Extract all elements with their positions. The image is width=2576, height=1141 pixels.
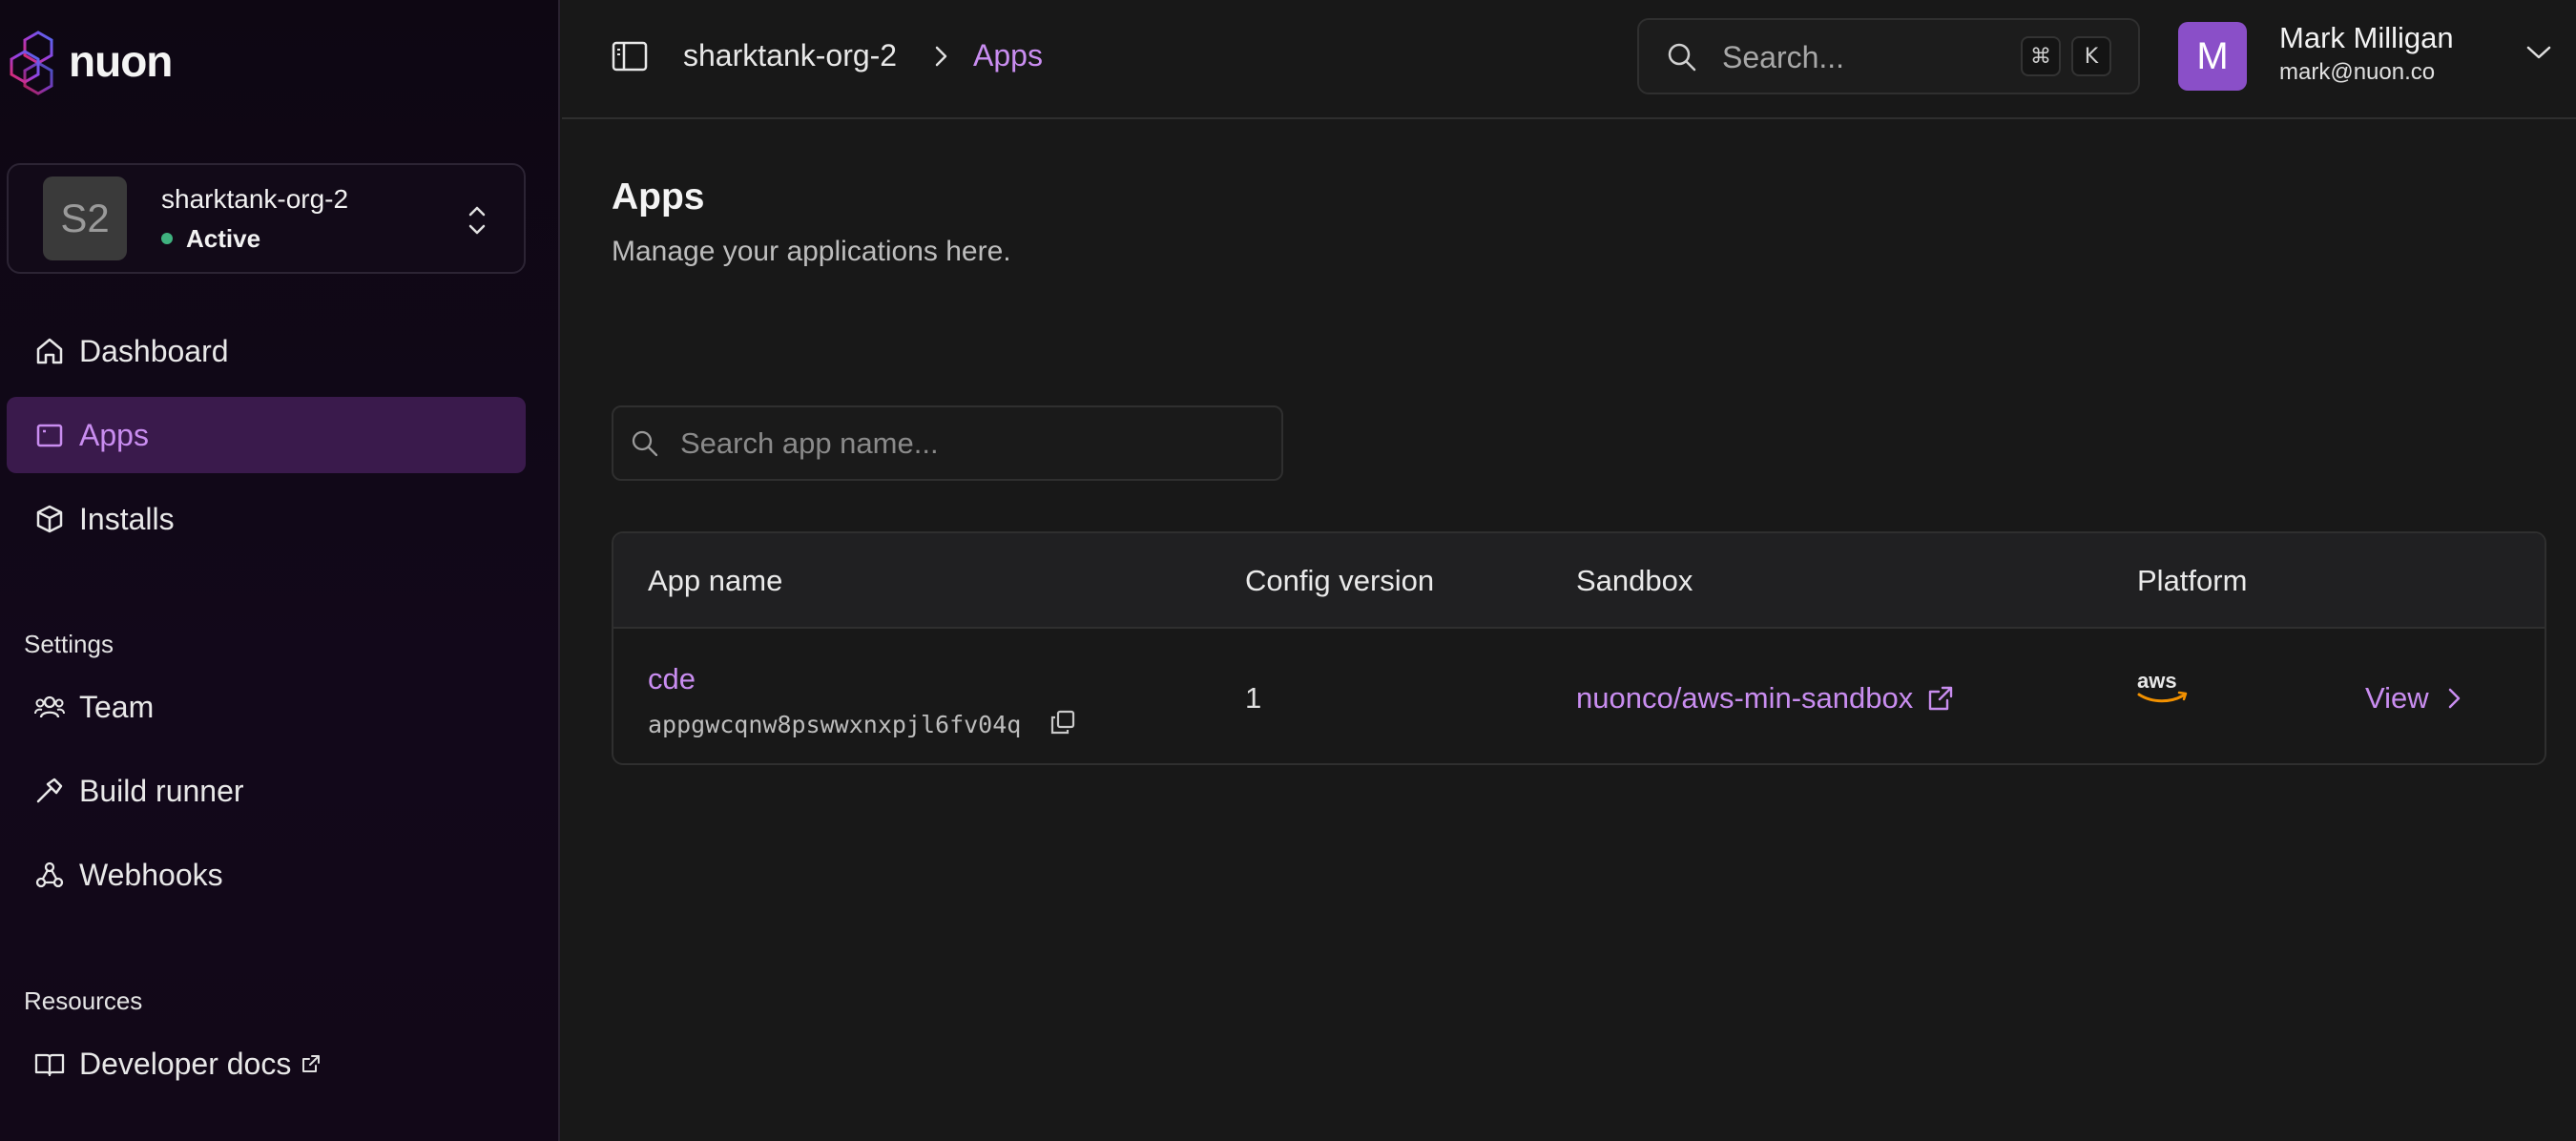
org-status-label: Active (186, 223, 261, 253)
top-bar: sharktank-org-2 Apps Search... ⌘ K M Mar… (562, 0, 2576, 119)
cube-icon (36, 505, 63, 533)
breadcrumb-org[interactable]: sharktank-org-2 (683, 38, 897, 73)
app-window-icon (36, 424, 63, 447)
sidebar-item-label: Dashboard (79, 333, 229, 368)
aws-logo-icon: aws (2137, 669, 2189, 712)
org-status: Active (161, 224, 348, 254)
settings-section-label: Settings (24, 630, 114, 658)
sidebar-toggle-icon[interactable] (612, 40, 648, 73)
shortcut-key-k: K (2071, 36, 2111, 76)
org-name: sharktank-org-2 (161, 183, 349, 214)
app-search-box (612, 405, 1283, 481)
home-icon (36, 338, 63, 364)
column-header-sandbox[interactable]: Sandbox (1576, 564, 1693, 598)
chevron-right-icon (935, 46, 947, 67)
column-header-app-name[interactable]: App name (648, 564, 782, 598)
apps-table: App name Config version Sandbox Platform… (612, 531, 2546, 765)
user-email: mark@nuon.co (2279, 59, 2436, 85)
config-version-value: 1 (1245, 681, 1262, 715)
chevron-up-down-icon (468, 206, 486, 235)
sidebar-item-developer-docs[interactable]: Developer docs (7, 1026, 526, 1102)
external-link-icon (1929, 686, 1953, 711)
webhook-icon (35, 861, 64, 888)
search-icon (632, 430, 658, 457)
sidebar-item-webhooks[interactable]: Webhooks (7, 837, 526, 913)
users-icon (34, 695, 65, 718)
app-name-link[interactable]: cde (648, 662, 696, 696)
sidebar-item-build-runner[interactable]: Build runner (7, 753, 526, 829)
nuon-logo-icon (10, 31, 53, 95)
sidebar-item-installs[interactable]: Installs (7, 481, 526, 557)
org-info: sharktank-org-2 Active (161, 184, 348, 254)
table-row: cde appgwcqnw8pswwxnxpjl6fv04q 1 nuonco/… (613, 629, 2545, 763)
app-id: appgwcqnw8pswwxnxpjl6fv04q (648, 711, 1022, 738)
brand-name: nuon (69, 36, 173, 86)
aws-logo-text: aws (2137, 669, 2177, 693)
hammer-icon (36, 778, 63, 803)
sidebar-item-label: Developer docs (79, 1046, 292, 1081)
global-search-placeholder: Search... (1722, 40, 1845, 74)
view-link-label: View (2365, 681, 2429, 715)
chevron-down-icon[interactable] (2524, 43, 2553, 62)
view-app-link[interactable]: View (2365, 681, 2465, 716)
global-search[interactable]: Search... ⌘ K (1637, 18, 2140, 94)
column-header-platform[interactable]: Platform (2137, 564, 2247, 598)
resources-section-label: Resources (24, 986, 143, 1015)
sidebar: nuon S2 sharktank-org-2 Active Dashboard… (0, 0, 560, 1141)
sidebar-item-dashboard[interactable]: Dashboard (7, 313, 526, 389)
table-header: App name Config version Sandbox Platform (613, 533, 2545, 629)
breadcrumb-current: Apps (973, 38, 1043, 73)
user-name: Mark Milligan (2279, 21, 2454, 54)
org-avatar: S2 (43, 176, 127, 260)
app-search-input[interactable] (680, 421, 1262, 467)
sidebar-item-label: Apps (79, 417, 149, 452)
sidebar-item-label: Team (79, 689, 155, 724)
org-switcher[interactable]: S2 sharktank-org-2 Active (7, 163, 526, 274)
sandbox-link-label: nuonco/aws-min-sandbox (1576, 681, 1914, 715)
sidebar-item-label: Webhooks (79, 857, 223, 892)
page-subtitle: Manage your applications here. (612, 236, 1011, 267)
brand-logo[interactable]: nuon (6, 27, 173, 95)
search-icon (1668, 43, 1696, 72)
status-dot-icon (161, 233, 173, 244)
column-header-config-version[interactable]: Config version (1245, 564, 1434, 598)
sandbox-link[interactable]: nuonco/aws-min-sandbox (1576, 681, 1955, 716)
external-link-icon (302, 1055, 321, 1072)
user-avatar[interactable]: M (2178, 22, 2247, 91)
sidebar-item-apps[interactable]: Apps (7, 397, 526, 473)
sidebar-item-label: Installs (79, 501, 175, 536)
page-title: Apps (612, 176, 705, 218)
shortcut-key-cmd: ⌘ (2021, 36, 2061, 76)
aws-logo-svg: aws (2137, 669, 2188, 703)
book-open-icon (34, 1053, 65, 1077)
sidebar-item-team[interactable]: Team (7, 669, 526, 745)
copy-icon[interactable] (1049, 709, 1076, 736)
sidebar-item-label: Build runner (79, 773, 244, 808)
chevron-right-icon (2448, 688, 2460, 709)
